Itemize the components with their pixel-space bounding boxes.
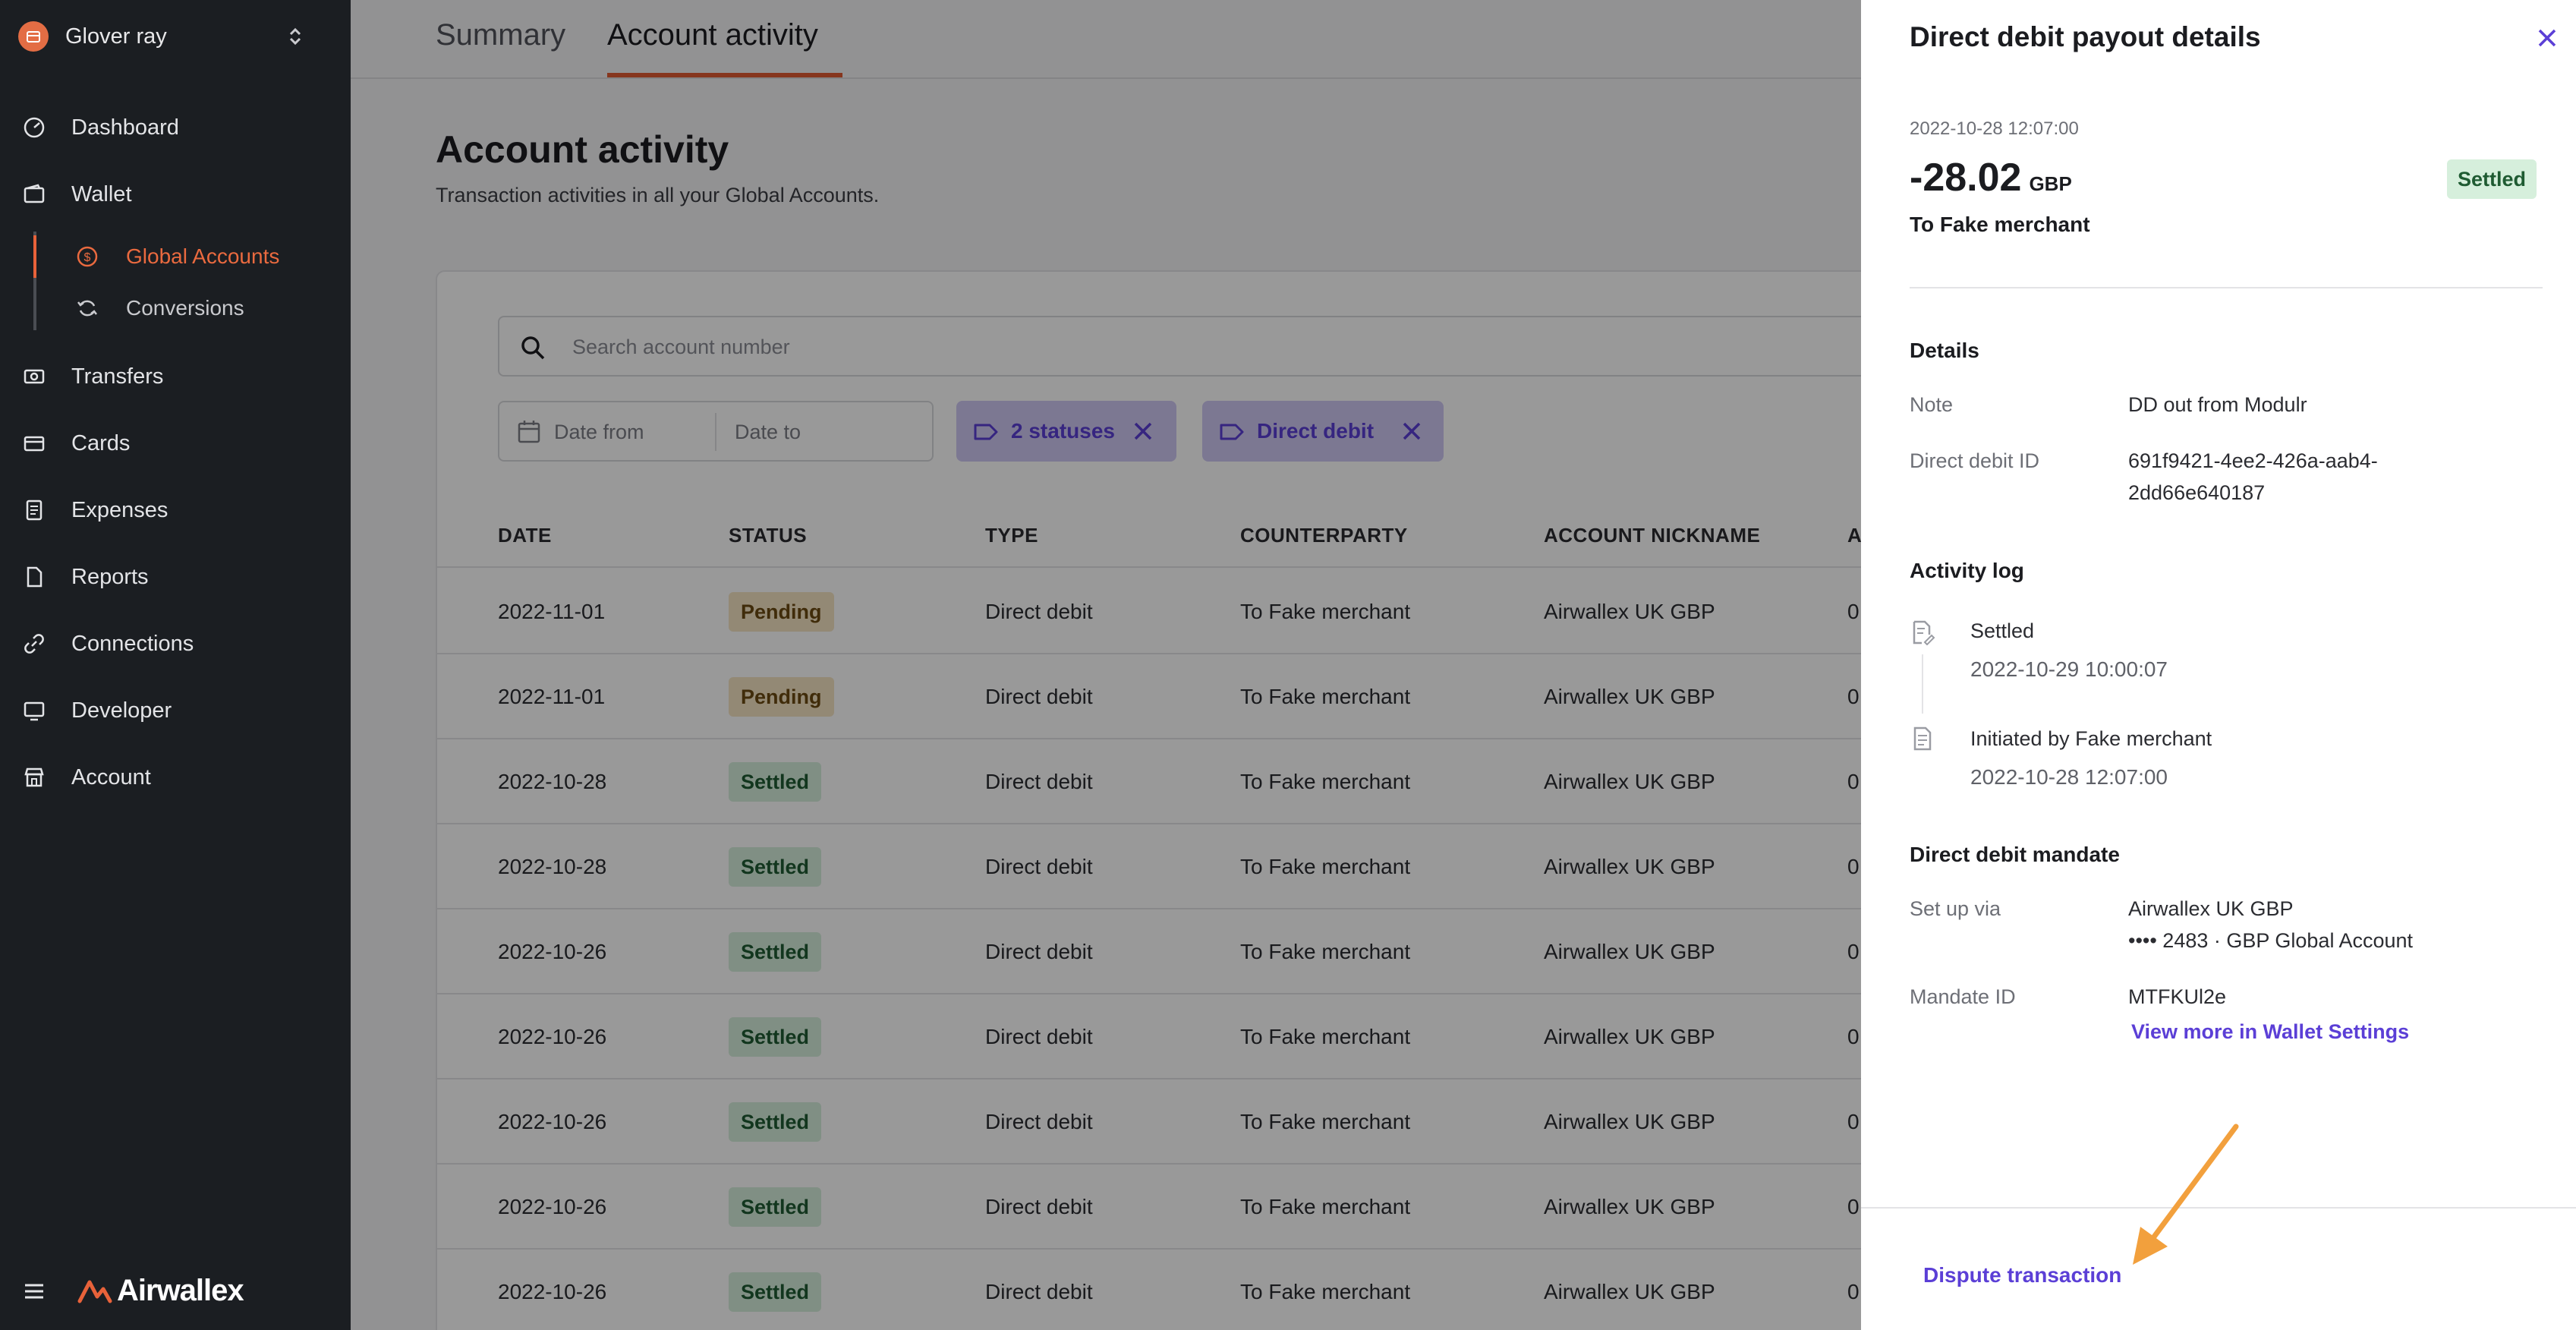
sidebar: Glover ray Dashboard Wallet $ Global Acc… — [0, 0, 351, 1330]
wallet-settings-link[interactable]: View more in Wallet Settings — [2131, 1016, 2409, 1048]
sidebar-item-expenses[interactable]: Expenses — [0, 486, 351, 534]
transfers-icon — [21, 364, 47, 389]
sidebar-item-developer[interactable]: Developer — [0, 686, 351, 735]
sidebar-item-account[interactable]: Account — [0, 753, 351, 802]
log-entry-time: 2022-10-28 12:07:00 — [1970, 765, 2168, 789]
direct-debit-id-line-1: 691f9421-4ee2-426a-aab4- — [2128, 449, 2378, 472]
mandate-id-value: MTFKUl2e — [2128, 985, 2227, 1008]
direct-debit-id-label: Direct debit ID — [1910, 449, 2040, 472]
sidebar-item-label: Developer — [71, 698, 172, 723]
monitor-icon — [21, 698, 47, 723]
sidebar-item-label: Reports — [71, 564, 149, 589]
sidebar-item-transfers[interactable]: Transfers — [0, 352, 351, 401]
details-heading: Details — [1910, 339, 1979, 362]
link-icon — [21, 631, 47, 657]
log-entry-title: Initiated by Fake merchant — [1970, 727, 2212, 750]
svg-text:$: $ — [84, 251, 91, 264]
note-label: Note — [1910, 393, 1954, 416]
direct-debit-id-line-2: 2dd66e640187 — [2128, 481, 2266, 504]
setup-account-name: Airwallex UK GBP — [2128, 897, 2294, 920]
amount-value: -28.02 — [1910, 156, 2022, 200]
transaction-counterparty: To Fake merchant — [1910, 213, 2090, 236]
document-icon — [1913, 726, 1932, 751]
setup-account-number: •••• 2483 · GBP Global Account — [2128, 929, 2414, 952]
refresh-icon — [74, 295, 100, 321]
sidebar-footer: Airwallex — [0, 1268, 351, 1318]
drawer-title: Direct debit payout details — [1910, 21, 2261, 52]
amount-currency: GBP — [2029, 172, 2072, 195]
close-icon[interactable] — [2532, 23, 2562, 53]
log-entry-time: 2022-10-29 10:00:07 — [1970, 657, 2168, 681]
chevron-updown-icon[interactable] — [284, 23, 307, 50]
activity-log-connector — [1922, 654, 1923, 714]
sidebar-item-label: Connections — [71, 631, 194, 656]
activity-log-heading: Activity log — [1910, 559, 2024, 582]
sidebar-item-wallet[interactable]: Wallet — [0, 170, 351, 219]
sidebar-item-global-accounts[interactable]: $ Global Accounts — [0, 234, 351, 279]
setup-via-label: Set up via — [1910, 897, 2001, 920]
hamburger-menu-icon[interactable] — [21, 1278, 47, 1304]
sidebar-item-connections[interactable]: Connections — [0, 619, 351, 668]
sidebar-item-cards[interactable]: Cards — [0, 419, 351, 468]
brand-name: Airwallex — [117, 1274, 244, 1307]
setup-via-value: Airwallex UK GBP •••• 2483 · GBP Global … — [2128, 893, 2413, 957]
sidebar-item-label: Wallet — [71, 181, 132, 206]
annotation-arrow-icon — [2133, 1124, 2239, 1265]
reports-icon — [21, 564, 47, 590]
dashboard-icon — [21, 115, 47, 140]
org-name: Glover ray — [65, 24, 167, 49]
status-badge: Settled — [2447, 159, 2537, 199]
org-switcher[interactable]: Glover ray — [18, 20, 307, 53]
edit-document-icon — [1913, 620, 1935, 645]
wallet-icon — [21, 181, 47, 207]
transaction-amount: -28.02 GBP — [1910, 155, 2072, 200]
airwallex-logo-icon — [77, 1280, 112, 1303]
direct-debit-id-value: 691f9421-4ee2-426a-aab4- 2dd66e640187 — [2128, 445, 2378, 509]
divider — [1910, 287, 2543, 288]
airwallex-logo: Airwallex — [77, 1274, 244, 1308]
expenses-icon — [21, 497, 47, 523]
mandate-id-value-block: MTFKUl2e View more in Wallet Settings — [2128, 981, 2409, 1048]
store-icon — [21, 764, 47, 790]
card-icon — [21, 430, 47, 456]
sidebar-item-label: Transfers — [71, 364, 164, 389]
currency-icon: $ — [74, 244, 100, 269]
sidebar-item-label: Dashboard — [71, 115, 179, 140]
sidebar-item-label: Conversions — [126, 296, 244, 320]
sidebar-item-label: Cards — [71, 430, 131, 455]
sidebar-item-label: Account — [71, 764, 151, 789]
mandate-heading: Direct debit mandate — [1910, 843, 2120, 866]
sidebar-item-label: Global Accounts — [126, 244, 280, 268]
dispute-transaction-button[interactable]: Dispute transaction — [1923, 1263, 2121, 1287]
mandate-id-label: Mandate ID — [1910, 985, 2016, 1008]
sidebar-item-conversions[interactable]: Conversions — [0, 285, 351, 331]
org-avatar-icon — [18, 21, 49, 52]
sidebar-item-reports[interactable]: Reports — [0, 553, 351, 601]
log-entry-title: Settled — [1970, 619, 2035, 642]
note-value: DD out from Modulr — [2128, 393, 2307, 416]
sidebar-item-label: Expenses — [71, 497, 168, 522]
sidebar-item-dashboard[interactable]: Dashboard — [0, 103, 351, 152]
transaction-datetime: 2022-10-28 12:07:00 — [1910, 118, 2079, 139]
